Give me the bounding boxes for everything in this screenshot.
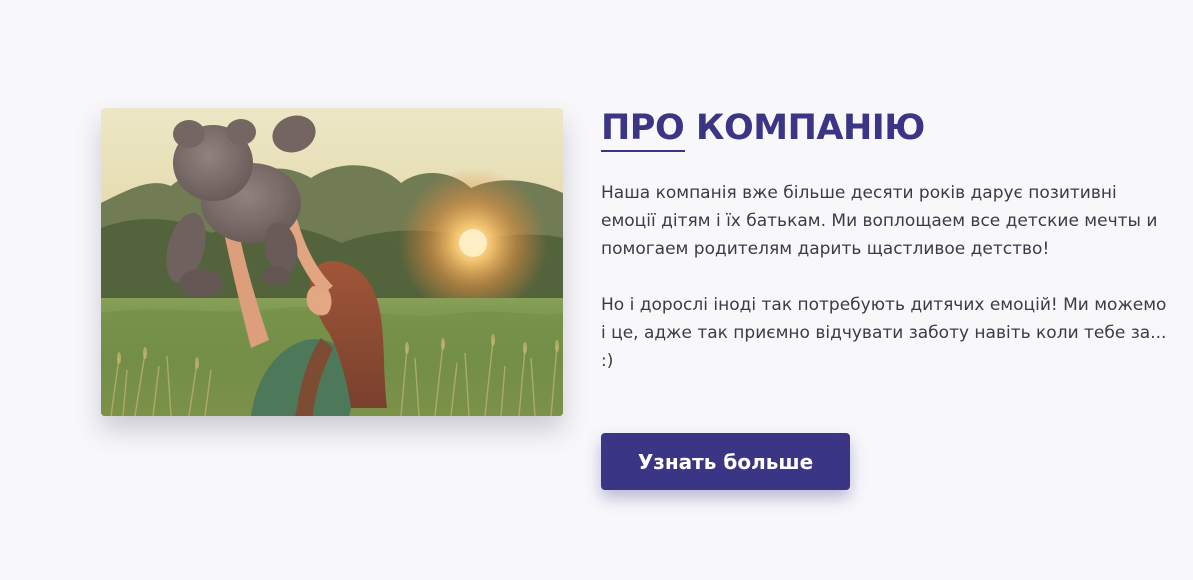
learn-more-button[interactable]: Узнать больше bbox=[601, 433, 850, 490]
girl-with-teddy-bear-photo bbox=[101, 108, 563, 416]
about-content: ПРО КОМПАНІЮ Наша компанія вже більше де… bbox=[601, 104, 1181, 375]
about-paragraph-1: Наша компанія вже більше десяти років да… bbox=[601, 183, 1158, 259]
section-title-text: ПРО КОМПАНІЮ bbox=[601, 108, 925, 148]
about-paragraph-2: Но і дорослі іноді так потребують дитячи… bbox=[601, 295, 1167, 371]
section-title: ПРО КОМПАНІЮ bbox=[601, 104, 925, 152]
title-underline bbox=[601, 150, 685, 152]
about-image bbox=[101, 108, 563, 416]
